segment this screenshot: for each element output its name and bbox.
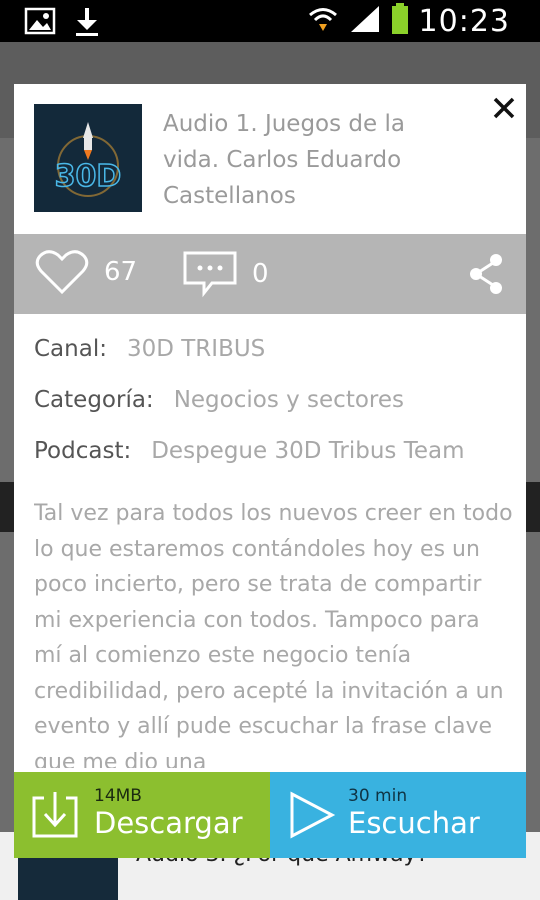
like-count: 67 [104,257,138,287]
like-button[interactable]: 67 [34,248,137,296]
play-icon [290,791,336,839]
category-value: Negocios y sectores [173,387,404,413]
channel-value: 30D TRIBUS [126,336,266,362]
status-bar: 10:23 [0,0,540,42]
episode-title: Audio 1. Juegos de la vida. Carlos Eduar… [163,111,405,209]
signal-icon [349,4,381,38]
cover-art-text: 30D [55,159,122,194]
listen-button[interactable]: 30 min Escuchar [270,772,526,858]
channel-label: Canal: [34,336,107,362]
background-divider [0,482,14,532]
episode-metadata: Canal: 30D TRIBUS Categoría: Negocios y … [34,336,514,489]
channel-row: Canal: 30D TRIBUS [34,336,514,387]
category-row: Categoría: Negocios y sectores [34,387,514,438]
battery-icon [391,3,409,39]
image-icon [24,6,56,42]
cover-art: 30D [34,104,142,212]
download-label: Descargar [94,806,243,840]
download-button[interactable]: 14MB Descargar [14,772,270,858]
background-divider [526,482,540,532]
share-icon [470,254,502,294]
listen-duration: 30 min [348,786,408,806]
clock: 10:23 [418,3,510,39]
download-icon [74,6,100,42]
category-label: Categoría: [34,387,154,413]
close-icon [493,97,515,119]
episode-description[interactable]: Tal vez para todos los nuevos creer en t… [34,496,514,768]
download-size: 14MB [94,786,142,806]
comment-icon [183,251,237,298]
wifi-icon [307,4,339,38]
podcast-label: Podcast: [34,438,132,464]
download-icon [32,792,78,838]
listen-label: Escuchar [348,806,480,840]
podcast-value: Despegue 30D Tribus Team [151,438,465,464]
comment-button[interactable]: 0 [182,250,269,298]
close-button[interactable] [488,92,520,124]
episode-dialog: 30D Audio 1. Juegos de la vida. Carlos E… [14,84,526,858]
heart-icon [35,250,89,295]
share-button[interactable] [466,252,506,300]
action-bar: 67 0 [14,234,526,314]
comment-count: 0 [252,259,269,289]
podcast-row: Podcast: Despegue 30D Tribus Team [34,438,514,489]
